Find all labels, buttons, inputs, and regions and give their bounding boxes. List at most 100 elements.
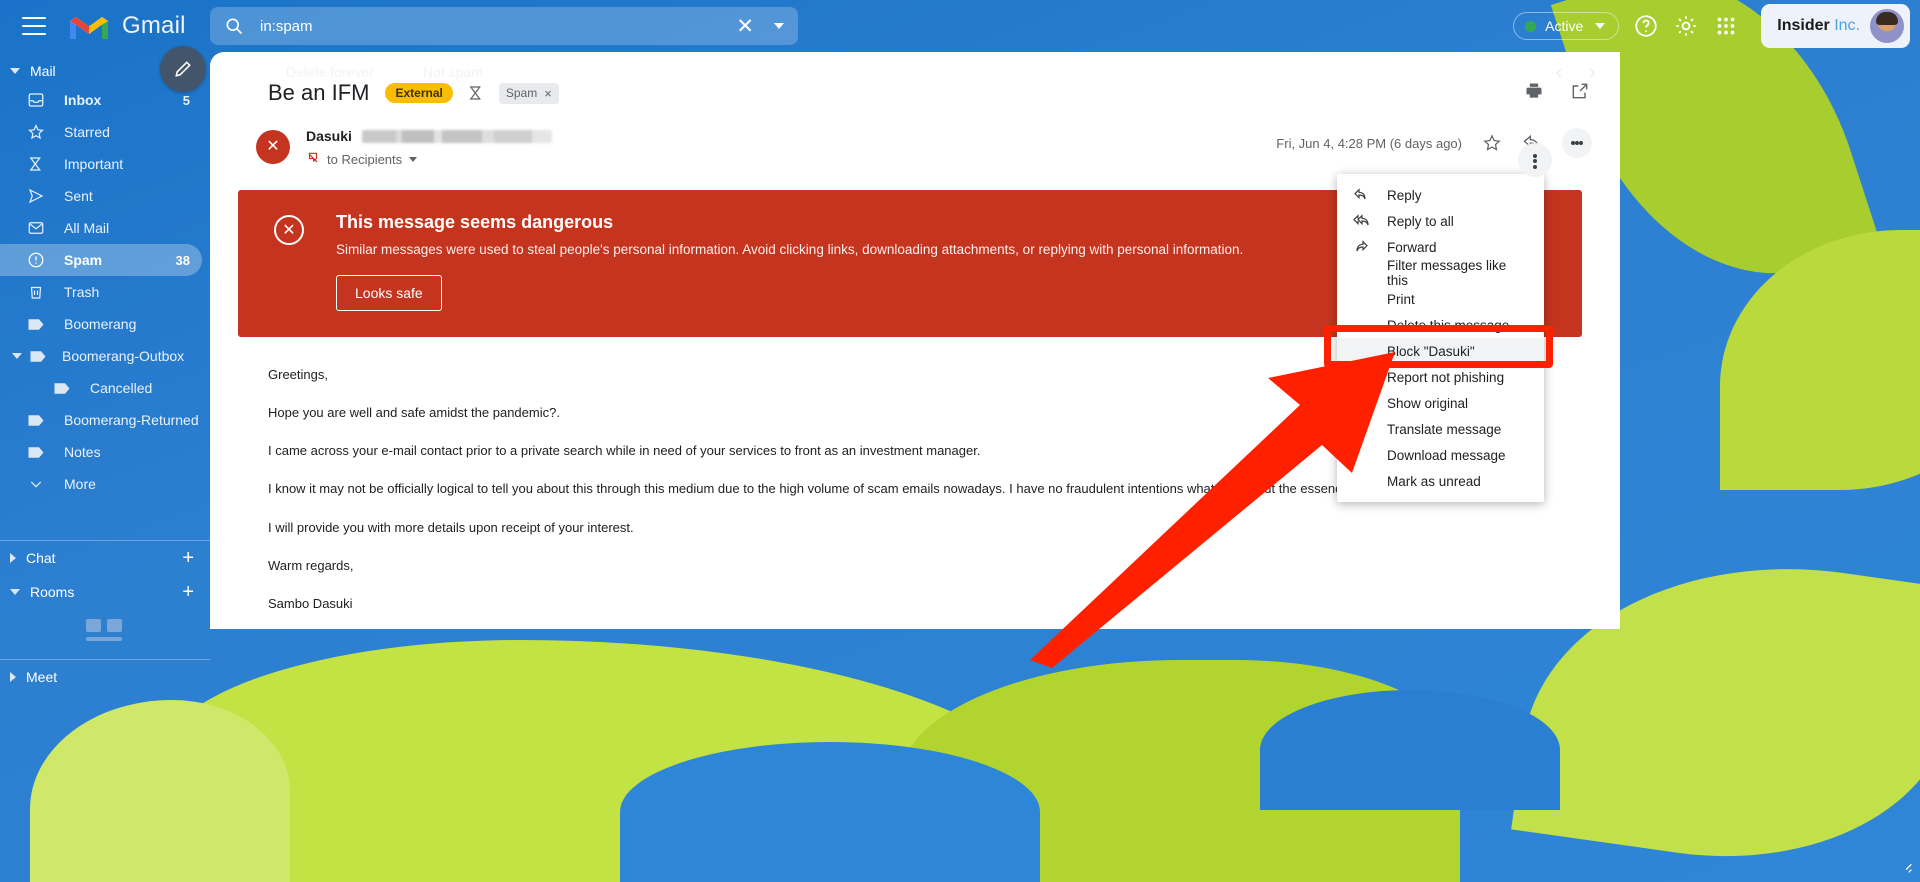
gmail-logo[interactable]: Gmail <box>68 10 186 42</box>
chevron-down-icon[interactable] <box>12 353 22 359</box>
star-icon[interactable] <box>1482 133 1502 153</box>
menu-item-print[interactable]: Print <box>1337 286 1544 312</box>
close-icon: ✕ <box>266 138 280 155</box>
sidebar-section-meet[interactable]: Meet <box>0 660 210 694</box>
pointer-arrow <box>1030 352 1395 668</box>
sidebar-item-label: Notes <box>64 444 101 460</box>
divider <box>397 62 399 82</box>
danger-x-icon: ✕ <box>274 215 304 245</box>
divider <box>673 62 675 82</box>
sidebar-item-notes[interactable]: Notes <box>0 436 202 468</box>
compose-button[interactable] <box>160 46 206 92</box>
menu-item-filter-messages[interactable]: Filter messages like this <box>1337 258 1544 288</box>
recipients-toggle[interactable]: to Recipients <box>306 151 552 168</box>
not-spam-button[interactable]: Not spam <box>407 64 499 80</box>
label-icon <box>26 442 46 462</box>
add-chat-icon[interactable]: + <box>182 547 194 570</box>
chevron-left-icon[interactable]: ‹ <box>1545 59 1572 85</box>
chevron-down-icon <box>1595 23 1606 29</box>
recipients-label: to Recipients <box>327 152 403 167</box>
sidebar-item-all-mail[interactable]: All Mail <box>0 212 202 244</box>
mail-group-label: Mail <box>30 63 56 79</box>
divider <box>506 62 508 82</box>
sender-row: ✕ Dasuki to Recipients Fri, Jun 4, 4:28 … <box>210 106 1620 168</box>
sidebar-section-label: Rooms <box>30 584 75 600</box>
danger-banner-body: This message seems dangerous Similar mes… <box>336 212 1243 311</box>
trash-icon <box>26 282 46 302</box>
pagination-label: 16 of 45 <box>1478 64 1526 80</box>
sidebar-item-boomerang-outbox[interactable]: Boomerang-Outbox <box>0 340 202 372</box>
account-chip[interactable]: Insider Inc. <box>1761 4 1910 48</box>
menu-item-reply[interactable]: Reply <box>1337 182 1544 208</box>
status-label: Active <box>1545 18 1584 34</box>
gear-icon[interactable] <box>1673 13 1699 39</box>
back-arrow-icon[interactable] <box>224 61 246 83</box>
chevron-right-icon[interactable]: › <box>1579 59 1606 85</box>
close-icon[interactable]: ✕ <box>736 16 754 37</box>
help-icon[interactable] <box>1633 13 1659 39</box>
top-right-controls: Active Insider Inc. <box>1513 0 1920 52</box>
envelope-icon[interactable] <box>530 61 552 83</box>
search-bar[interactable]: ✕ <box>210 7 798 45</box>
sender-info: Dasuki to Recipients <box>306 128 552 168</box>
sidebar-item-label: Trash <box>64 284 100 300</box>
sidebar-section-chat[interactable]: Chat + <box>0 541 210 575</box>
chevron-down-icon <box>10 589 20 595</box>
sender-name: Dasuki <box>306 128 352 144</box>
sidebar-item-sent[interactable]: Sent <box>0 180 202 212</box>
label-icon <box>26 314 46 334</box>
sidebar-item-boomerang-returned[interactable]: Boomerang-Returned <box>0 404 202 436</box>
chevron-down-icon[interactable] <box>774 23 784 29</box>
menu-item-reply-to-all[interactable]: Reply to all <box>1337 208 1544 234</box>
looks-safe-button[interactable]: Looks safe <box>336 275 442 311</box>
important-icon <box>26 154 46 174</box>
avatar[interactable] <box>1870 9 1904 43</box>
sidebar-item-spam[interactable]: Spam 38 <box>0 244 202 276</box>
more-vertical-icon[interactable] <box>1518 143 1552 177</box>
sidebar-item-important[interactable]: Important <box>0 148 202 180</box>
chevron-right-icon <box>10 553 16 563</box>
menu-item-label: Reply to all <box>1387 213 1454 229</box>
status-badge[interactable]: Active <box>1513 12 1620 40</box>
sidebar-item-cancelled[interactable]: Cancelled <box>0 372 202 404</box>
sidebar-item-count: 38 <box>175 252 190 268</box>
pencil-icon <box>175 61 191 77</box>
resize-handle-icon[interactable] <box>1898 858 1914 881</box>
forward-icon <box>1353 239 1371 255</box>
label-icon[interactable] <box>747 61 769 83</box>
sidebar: Mail Inbox 5 Starred Important Sent All … <box>0 46 210 882</box>
danger-banner-title: This message seems dangerous <box>336 212 614 232</box>
clock-icon[interactable] <box>580 61 602 83</box>
menu-item-label: Reply <box>1387 187 1422 203</box>
apps-grid-icon[interactable] <box>1713 13 1739 39</box>
timestamp: Fri, Jun 4, 4:28 PM (6 days ago) <box>1276 135 1462 151</box>
search-input[interactable] <box>260 17 737 35</box>
sidebar-item-label: Boomerang-Returned <box>64 412 199 428</box>
sidebar-item-boomerang[interactable]: Boomerang <box>0 308 202 340</box>
sidebar-item-label: All Mail <box>64 220 110 236</box>
sidebar-item-starred[interactable]: Starred <box>0 116 202 148</box>
add-task-icon[interactable] <box>630 61 652 83</box>
sidebar-item-trash[interactable]: Trash <box>0 276 202 308</box>
no-reply-icon <box>306 151 320 168</box>
gmail-m-icon <box>68 10 110 42</box>
sidebar-item-more[interactable]: More <box>0 468 202 500</box>
menu-item-label: Filter messages like this <box>1387 258 1507 288</box>
sidebar-item-label: Cancelled <box>90 380 153 396</box>
delete-forever-button[interactable]: Delete forever <box>270 64 390 80</box>
more-vertical-icon[interactable] <box>1562 128 1592 158</box>
menu-item-forward[interactable]: Forward <box>1337 234 1544 260</box>
sidebar-item-label: Inbox <box>64 92 102 108</box>
reply-icon <box>1353 187 1371 203</box>
chevron-right-icon <box>10 672 16 682</box>
brand-label: Gmail <box>122 12 186 39</box>
move-to-folder-icon[interactable] <box>697 61 719 83</box>
sidebar-section-rooms[interactable]: Rooms + <box>0 575 210 609</box>
sidebar-item-label: Starred <box>64 124 110 140</box>
chevron-down-icon <box>409 157 418 162</box>
search-icon <box>224 16 244 36</box>
more-vertical-icon[interactable] <box>797 61 819 83</box>
add-room-icon[interactable]: + <box>182 581 194 604</box>
main-menu-icon[interactable] <box>22 17 46 35</box>
star-icon <box>26 122 46 142</box>
